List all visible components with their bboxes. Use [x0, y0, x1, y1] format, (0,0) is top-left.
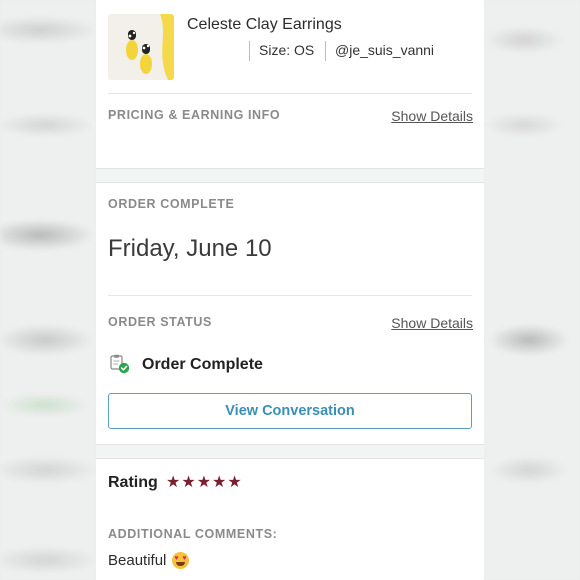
earrings-thumbnail[interactable] — [108, 14, 174, 80]
section-gap — [96, 168, 484, 183]
pricing-show-details-link[interactable]: Show Details — [391, 108, 473, 124]
product-size: Size: OS — [259, 42, 315, 58]
divider — [108, 295, 472, 296]
blurred-background-left — [0, 0, 96, 580]
meta-divider — [249, 41, 250, 61]
star-rating: ★ ★ ★ ★ ★ — [166, 473, 242, 493]
seller-username[interactable]: @je_suis_vanni — [335, 42, 434, 58]
order-status-label: ORDER STATUS — [108, 315, 212, 329]
heart-eyes-emoji: ♥ ♥ — [172, 552, 190, 569]
order-date: Friday, June 10 — [108, 235, 272, 262]
product-title[interactable]: Celeste Clay Earrings — [187, 16, 342, 34]
additional-comments-label: ADDITIONAL COMMENTS: — [108, 527, 278, 541]
comment-text: Beautiful — [108, 552, 167, 569]
star-icon: ★ — [227, 474, 242, 491]
star-icon: ★ — [212, 474, 227, 491]
divider — [108, 93, 472, 94]
order-status-text: Order Complete — [142, 356, 263, 373]
pricing-label: PRICING & EARNING INFO — [108, 108, 281, 122]
blurred-background-right — [484, 0, 580, 580]
section-gap — [96, 444, 484, 459]
meta-divider — [325, 41, 326, 61]
star-icon: ★ — [196, 474, 212, 491]
order-details-panel: Celeste Clay Earrings Size: OS @je_suis_… — [96, 0, 484, 580]
view-conversation-button[interactable]: View Conversation — [108, 393, 472, 429]
star-icon: ★ — [166, 474, 181, 491]
rating-label: Rating — [108, 474, 158, 491]
check-clipboard-icon — [110, 354, 130, 374]
star-icon: ★ — [181, 474, 196, 491]
order-complete-label: ORDER COMPLETE — [108, 197, 235, 211]
comment: Beautiful ♥ ♥ — [108, 552, 190, 569]
product-section: Celeste Clay Earrings Size: OS @je_suis_… — [96, 0, 484, 168]
status-show-details-link[interactable]: Show Details — [391, 315, 473, 331]
